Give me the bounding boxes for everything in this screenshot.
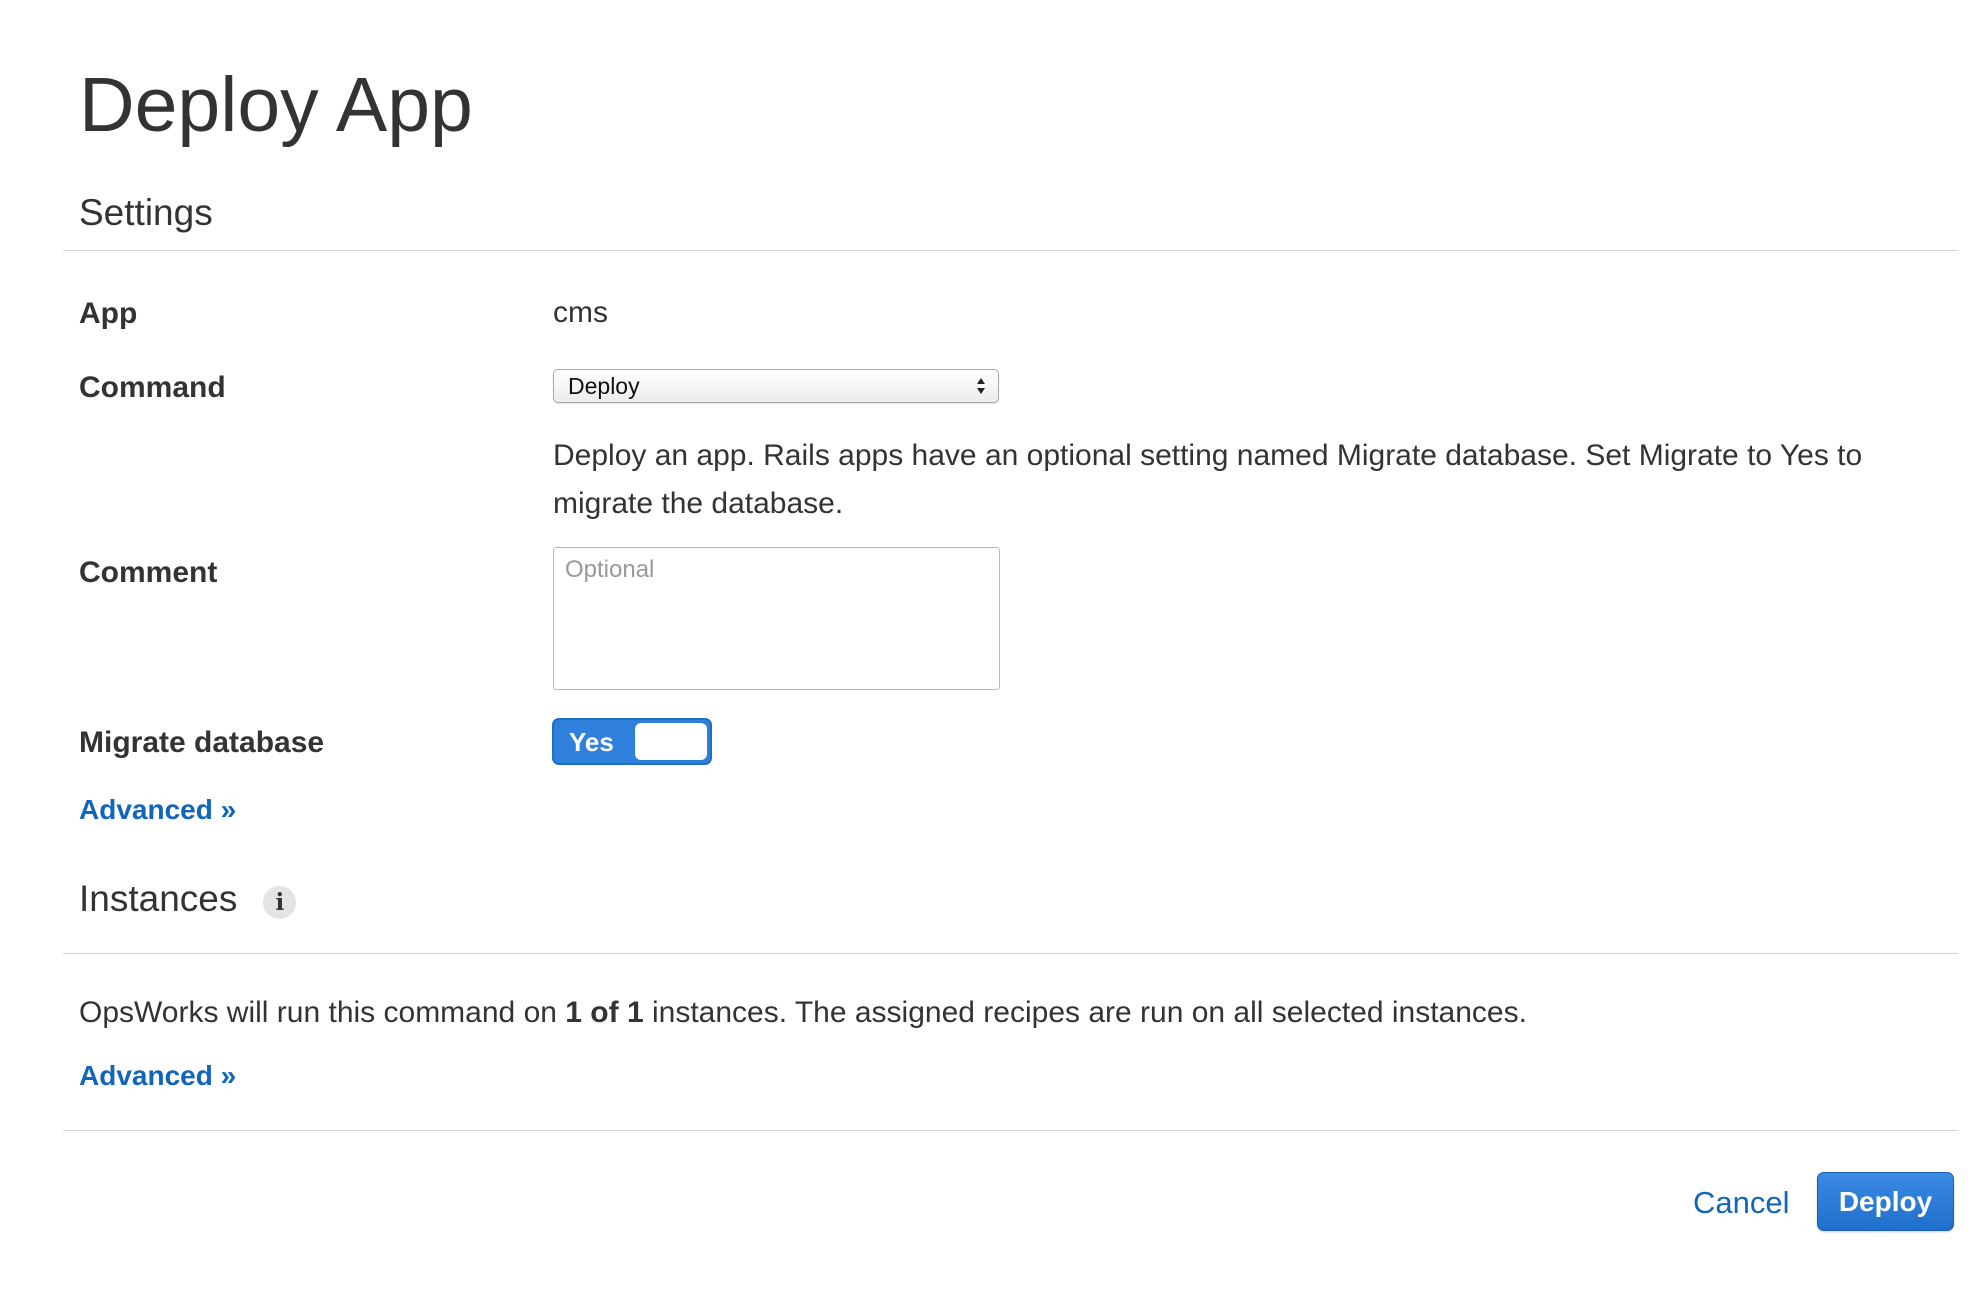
instances-divider (63, 953, 1958, 954)
comment-field[interactable] (553, 547, 1000, 690)
deploy-app-page: Deploy App Settings App cms Command Depl… (0, 0, 1988, 1295)
select-arrows-icon (977, 378, 985, 394)
migrate-database-label: Migrate database (79, 726, 325, 759)
instances-description: OpsWorks will run this command on 1 of 1… (79, 995, 1527, 1031)
instances-count: 1 of 1 (565, 996, 644, 1029)
app-label: App (79, 297, 138, 330)
app-value: cms (553, 296, 608, 329)
instances-advanced-link[interactable]: Advanced » (79, 1059, 236, 1093)
toggle-label: Yes (569, 727, 614, 757)
instances-section-title: Instances i (79, 877, 297, 921)
command-select-value: Deploy (568, 373, 640, 399)
toggle-knob (635, 723, 707, 760)
instances-title-text: Instances (79, 878, 238, 919)
command-help-text: Deploy an app. Rails apps have an option… (553, 439, 1863, 520)
migrate-database-toggle[interactable]: Yes (552, 718, 712, 765)
settings-advanced-link[interactable]: Advanced » (79, 793, 236, 827)
comment-label: Comment (79, 556, 218, 589)
command-select[interactable]: Deploy (553, 369, 999, 403)
instances-text-after: instances. The assigned recipes are run … (643, 996, 1527, 1029)
deploy-button[interactable]: Deploy (1817, 1172, 1954, 1231)
footer-divider (63, 1130, 1958, 1131)
settings-divider (63, 250, 1958, 251)
instances-text-before: OpsWorks will run this command on (79, 996, 566, 1029)
cancel-button[interactable]: Cancel (1693, 1183, 1790, 1223)
command-label: Command (79, 371, 226, 404)
page-title: Deploy App (79, 62, 473, 148)
info-icon[interactable]: i (263, 885, 297, 919)
settings-section-title: Settings (79, 192, 213, 233)
